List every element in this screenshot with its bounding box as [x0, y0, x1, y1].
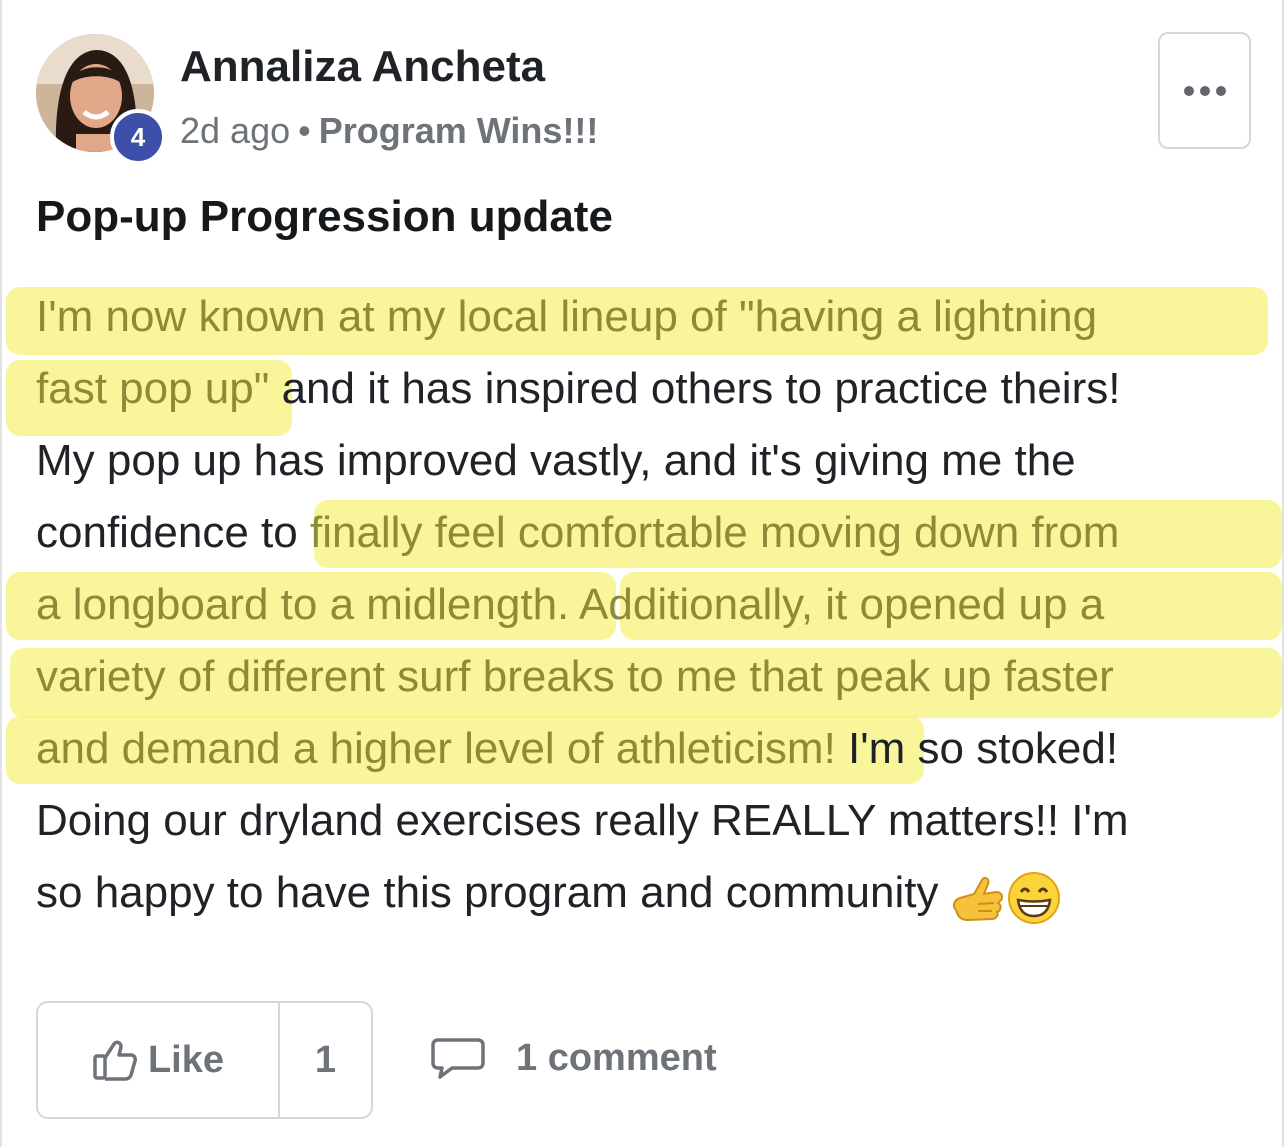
body-text: My pop up has improved vastly, and it's … — [36, 436, 1076, 485]
post-body: I'm now known at my local lineup of "hav… — [36, 281, 1256, 929]
meta-separator: • — [298, 110, 311, 151]
body-line: I'm now known at my local lineup of "hav… — [36, 281, 1256, 353]
body-line: and demand a higher level of athleticism… — [36, 713, 1256, 785]
body-text: I'm so stoked! — [835, 724, 1119, 773]
comment-count-label: 1 comment — [516, 1036, 717, 1079]
more-horizontal-icon — [1183, 85, 1226, 96]
body-line: My pop up has improved vastly, and it's … — [36, 425, 1256, 497]
more-options-button[interactable] — [1158, 32, 1251, 149]
body-line: so happy to have this program and commun… — [36, 857, 1256, 929]
comment-bubble-icon — [431, 1038, 485, 1079]
call-me-hand-emoji — [953, 876, 1004, 921]
emoji-group — [948, 859, 1062, 931]
author-avatar[interactable]: 4 — [36, 34, 166, 165]
highlighted-text: variety of different surf breaks to me t… — [36, 652, 1114, 701]
highlighted-text: and demand a higher level of athleticism… — [36, 724, 836, 773]
post-category-link[interactable]: Program Wins!!! — [319, 110, 599, 151]
highlighted-text: a longboard to a midlength. Additionally… — [36, 580, 1105, 629]
post-title: Pop-up Progression update — [36, 192, 613, 241]
body-line: confidence to finally feel comfortable m… — [36, 497, 1256, 569]
highlighted-text: finally feel comfortable moving down fro… — [309, 508, 1120, 557]
body-line: Doing our dryland exercises really REALL… — [36, 785, 1256, 857]
body-text: and it has inspired others to practice t… — [269, 364, 1121, 413]
post-meta: 2d ago • Program Wins!!! — [180, 110, 598, 152]
body-line: a longboard to a midlength. Additionally… — [36, 569, 1256, 641]
body-text: Doing our dryland exercises really REALL… — [36, 796, 1129, 845]
thumbs-up-icon — [93, 1040, 137, 1081]
post-card: 4 Annaliza Ancheta 2d ago • Program Wins!!… — [0, 0, 1284, 1147]
body-line: variety of different surf breaks to me t… — [36, 641, 1256, 713]
body-text: so happy to have this program and commun… — [36, 868, 939, 917]
level-badge: 4 — [110, 109, 166, 165]
body-text: confidence to — [36, 508, 310, 557]
like-group: Like 1 — [36, 1001, 373, 1119]
like-button[interactable]: Like — [38, 1003, 280, 1117]
like-label: Like — [147, 1038, 225, 1081]
grinning-face-emoji — [1008, 871, 1061, 924]
comments-link[interactable]: 1 comment — [430, 1036, 717, 1080]
highlighted-text: I'm now known at my local lineup of "hav… — [36, 292, 1098, 341]
author-name[interactable]: Annaliza Ancheta — [180, 42, 545, 92]
body-line: fast pop up" and it has inspired others … — [36, 353, 1256, 425]
post-time: 2d ago — [180, 110, 291, 151]
like-count[interactable]: 1 — [280, 1003, 371, 1117]
highlighted-text: fast pop up" — [36, 364, 270, 413]
